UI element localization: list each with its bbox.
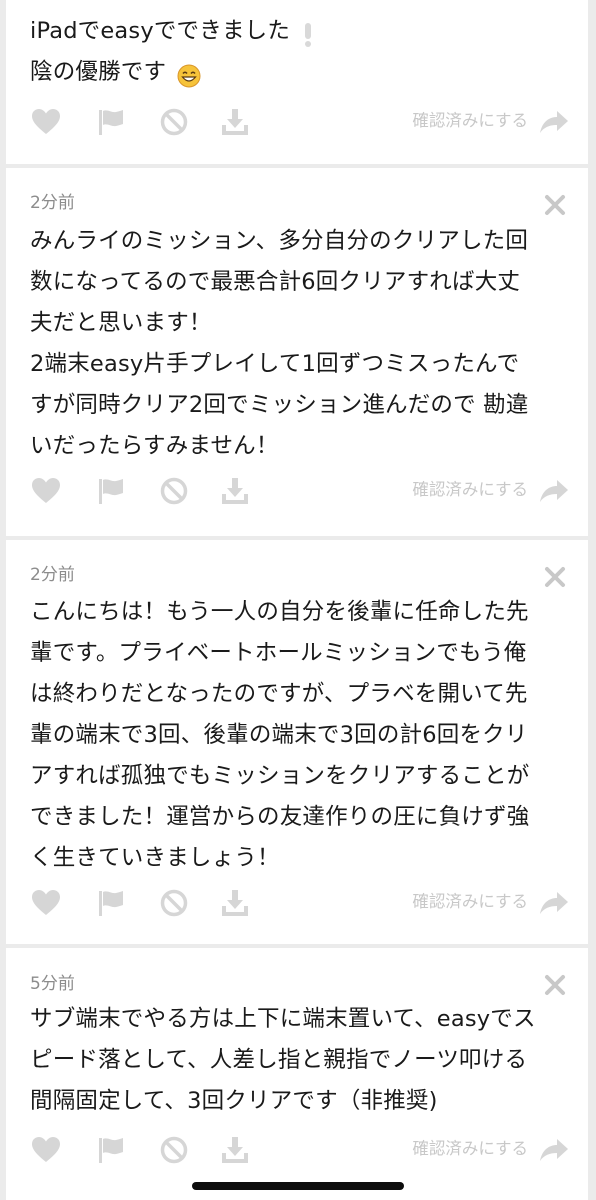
confirm-button[interactable]: 確認済みにする bbox=[412, 891, 528, 913]
comment-body: iPadでeasyでできました 陰の優勝です bbox=[30, 11, 548, 93]
share-arrow-icon[interactable] bbox=[538, 888, 568, 918]
flag-icon[interactable] bbox=[96, 888, 126, 918]
comment-card: 5分前 サブ端末でやる方は上下に端末置いて、easyでス ピード落として、人差し… bbox=[6, 948, 588, 1200]
block-icon[interactable] bbox=[159, 107, 189, 137]
comment-body: みんライのミッション、多分自分のクリアした回 数になってるので最悪合計6回クリア… bbox=[30, 228, 529, 459]
flag-icon[interactable] bbox=[96, 107, 126, 137]
download-icon[interactable] bbox=[220, 1135, 250, 1165]
block-icon[interactable] bbox=[159, 888, 189, 918]
comment-body: こんにちは！もう一人の自分を後輩に任命した先 輩です。プライベートホールミッショ… bbox=[30, 599, 530, 871]
flag-icon[interactable] bbox=[96, 1135, 126, 1165]
grinning-face-emoji-icon bbox=[177, 61, 201, 88]
exclamation-emoji-icon bbox=[302, 21, 314, 47]
block-icon[interactable] bbox=[159, 1135, 189, 1165]
comment-timestamp: 5分前 bbox=[30, 974, 75, 994]
close-icon[interactable] bbox=[544, 974, 566, 996]
share-arrow-icon[interactable] bbox=[538, 476, 568, 506]
confirm-button[interactable]: 確認済みにする bbox=[412, 110, 528, 132]
close-icon[interactable] bbox=[544, 194, 566, 216]
comment-timestamp: 2分前 bbox=[30, 565, 75, 585]
heart-icon[interactable] bbox=[31, 476, 61, 506]
comment-body: サブ端末でやる方は上下に端末置いて、easyでス ピード落として、人差し指と親指… bbox=[30, 1006, 536, 1114]
close-icon[interactable] bbox=[544, 566, 566, 588]
comment-text: iPadでeasyでできました 陰の優勝です bbox=[30, 18, 291, 85]
share-arrow-icon[interactable] bbox=[538, 1135, 568, 1165]
comment-feed: iPadでeasyでできました 陰の優勝です 確認済みにする 2分前 みんライの… bbox=[0, 0, 596, 1200]
comment-card: 2分前 こんにちは！もう一人の自分を後輩に任命した先 輩です。プライベートホール… bbox=[6, 540, 588, 944]
flag-icon[interactable] bbox=[96, 476, 126, 506]
confirm-button[interactable]: 確認済みにする bbox=[412, 479, 528, 501]
heart-icon[interactable] bbox=[31, 107, 61, 137]
comment-timestamp: 2分前 bbox=[30, 193, 75, 213]
heart-icon[interactable] bbox=[31, 1135, 61, 1165]
comment-action-bar: 確認済みにする bbox=[6, 1129, 588, 1169]
download-icon[interactable] bbox=[220, 107, 250, 137]
comment-card: 2分前 みんライのミッション、多分自分のクリアした回 数になってるので最悪合計6… bbox=[6, 168, 588, 536]
download-icon[interactable] bbox=[220, 888, 250, 918]
comment-card: iPadでeasyでできました 陰の優勝です 確認済みにする bbox=[6, 0, 588, 164]
heart-icon[interactable] bbox=[31, 888, 61, 918]
home-indicator[interactable] bbox=[192, 1182, 404, 1190]
comment-action-bar: 確認済みにする bbox=[6, 882, 588, 922]
block-icon[interactable] bbox=[159, 476, 189, 506]
download-icon[interactable] bbox=[220, 476, 250, 506]
comment-action-bar: 確認済みにする bbox=[6, 101, 588, 141]
share-arrow-icon[interactable] bbox=[538, 107, 568, 137]
confirm-button[interactable]: 確認済みにする bbox=[412, 1138, 528, 1160]
comment-action-bar: 確認済みにする bbox=[6, 470, 588, 510]
